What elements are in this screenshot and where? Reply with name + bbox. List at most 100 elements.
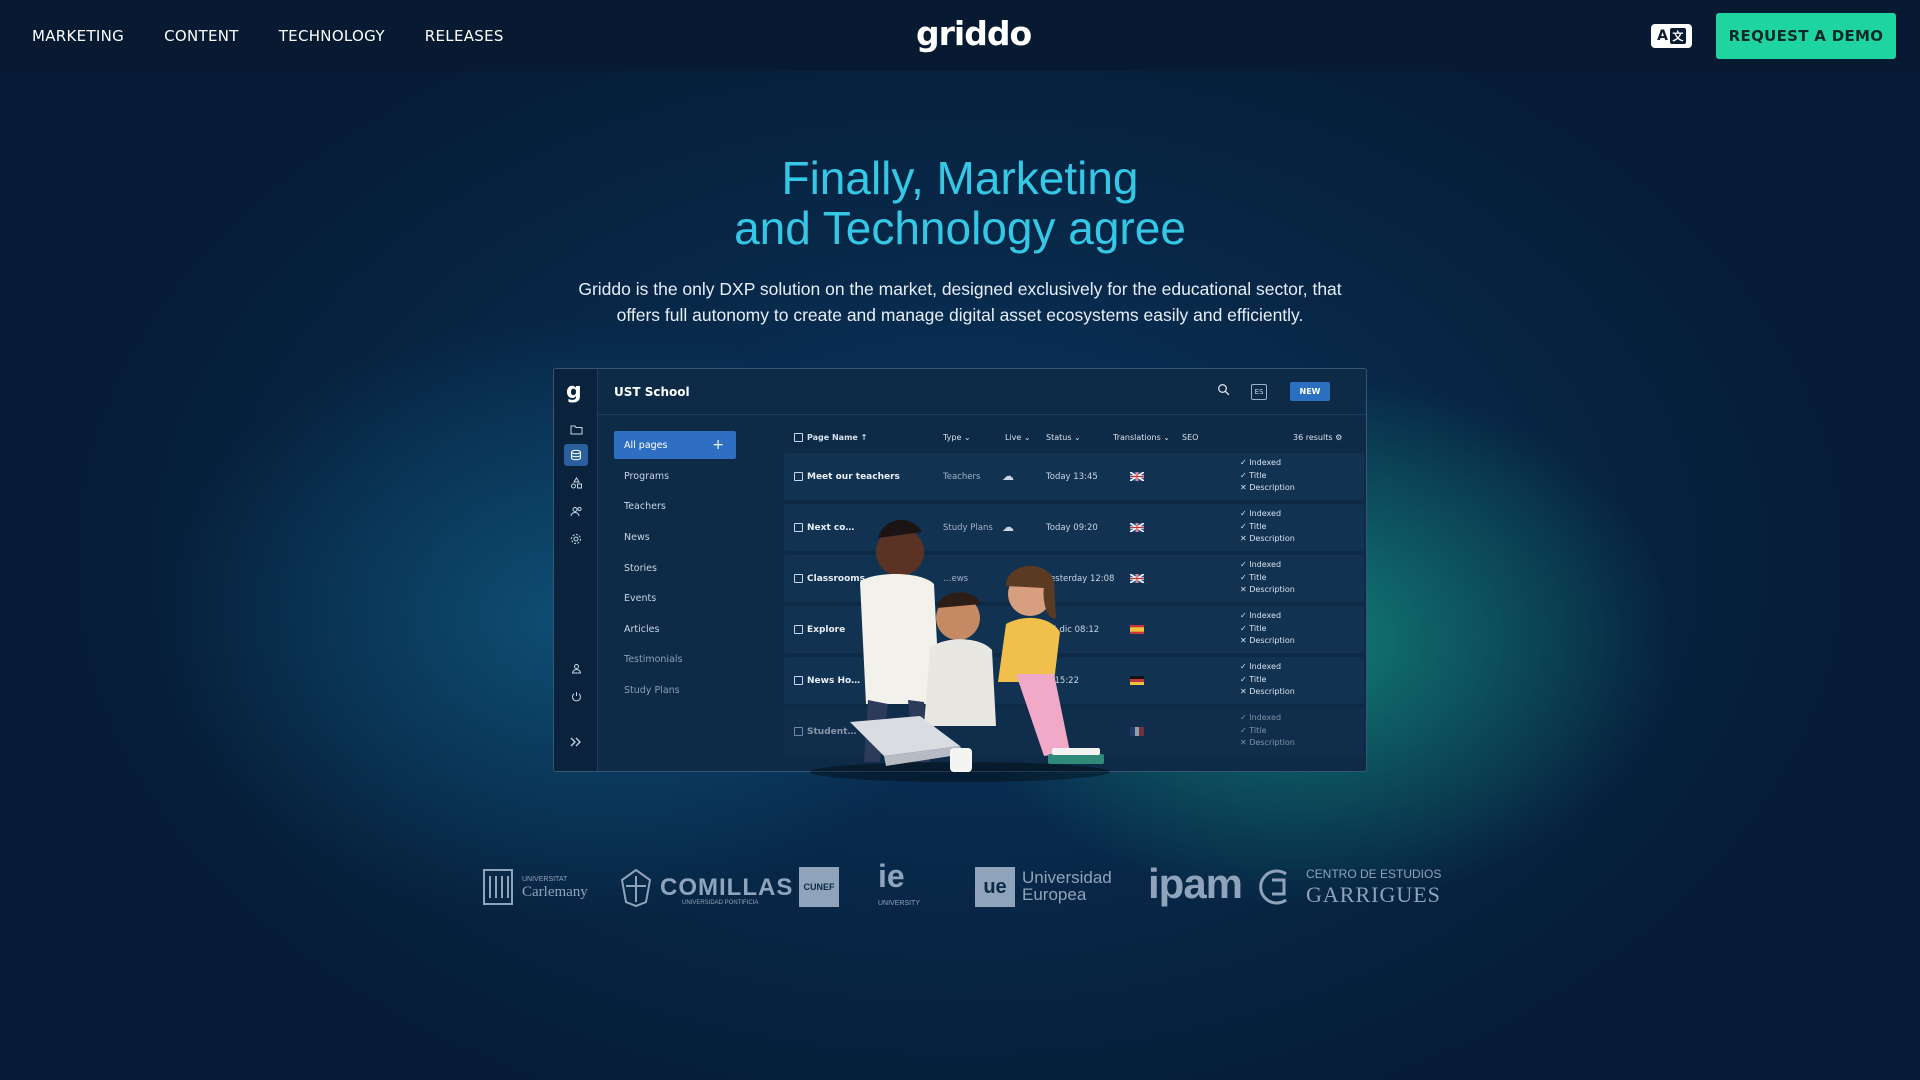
nav-link-marketing[interactable]: MARKETING — [32, 27, 124, 45]
header-page-name[interactable]: Page Name ↑ — [794, 433, 867, 442]
ipam-logo: ipam — [1148, 860, 1243, 907]
de-flag-icon — [1130, 676, 1144, 685]
seo-check-item: ✓ Title — [1240, 725, 1267, 735]
sidebar-item-news[interactable]: News — [614, 522, 736, 553]
row-checkbox[interactable] — [794, 472, 803, 481]
seo-cell: ✓ Indexed ✓ Title ✕ Description — [1240, 457, 1295, 495]
seo-cell: ✓ Indexed ✓ Title ✕ Description — [1240, 610, 1295, 648]
select-all-checkbox[interactable] — [794, 433, 803, 442]
nav-link-technology[interactable]: TECHNOLOGY — [279, 27, 385, 45]
hero-title: Finally, Marketing and Technology agree — [560, 153, 1360, 253]
site-title: UST School — [614, 385, 690, 399]
uk-flag-icon — [1129, 471, 1145, 482]
seo-check-item: ✕ Description — [1240, 687, 1295, 696]
nav-link-releases[interactable]: RELEASES — [425, 27, 504, 45]
status-cell: Today 13:45 — [1046, 472, 1098, 482]
seo-check-item: ✕ Description — [1240, 585, 1295, 594]
sidebar-item-all-pages[interactable]: All pages + — [614, 431, 736, 459]
header-translations[interactable]: Translations ⌄ — [1113, 433, 1170, 442]
type-cell: Teachers — [943, 472, 981, 482]
page-name-cell[interactable]: Meet our teachers — [794, 472, 900, 482]
carlemany-text: Carlemany — [522, 884, 588, 900]
sidebar-item-study-plans[interactable]: Study Plans — [614, 675, 736, 706]
carlemany-logo — [482, 866, 514, 911]
seo-check-item: ✕ Description — [1240, 636, 1295, 645]
seo-check-item: ✕ Description — [1240, 483, 1295, 492]
seo-check-item: ✕ Description — [1240, 534, 1295, 543]
folder-icon — [564, 418, 588, 440]
users-icon — [564, 500, 588, 522]
ue-text-line-2: Europea — [1022, 885, 1087, 904]
plus-icon[interactable]: + — [712, 437, 724, 453]
ue-text-line-1: Universidad — [1022, 868, 1112, 887]
seo-check-item: ✓ Title — [1240, 623, 1267, 633]
seo-check-item: ✓ Title — [1240, 572, 1267, 582]
table-header: Page Name ↑ Type ⌄ Live ⌄ Status ⌄ Trans… — [784, 431, 1364, 447]
header-seo: SEO — [1182, 433, 1199, 442]
garrigues-text: GARRIGUES — [1306, 882, 1441, 907]
griddo-logo[interactable]: griddo — [916, 14, 1032, 53]
page-name-text: Meet our teachers — [807, 472, 900, 482]
seo-cell: ✓ Indexed ✓ Title ✕ Description — [1240, 559, 1295, 597]
sidebar-item-testimonials[interactable]: Testimonials — [614, 645, 736, 676]
expand-chevrons-icon — [564, 731, 588, 753]
app-header: UST School ES NEW — [598, 369, 1366, 415]
garrigues-icon — [1256, 868, 1290, 911]
fr-flag-icon — [1130, 727, 1144, 736]
seo-cell: ✓ Indexed ✓ Title ✕ Description — [1240, 712, 1295, 750]
ue-text: Universidad Europea — [1022, 869, 1112, 903]
seo-check-item: ✓ Indexed — [1240, 560, 1282, 569]
request-demo-button[interactable]: REQUEST A DEMO — [1716, 13, 1896, 59]
nav-link-content[interactable]: CONTENT — [164, 27, 239, 45]
es-flag-icon — [1130, 625, 1144, 634]
translate-icon: 文 — [1669, 28, 1686, 44]
shapes-icon — [564, 472, 588, 494]
hero-subtitle-line-1: Griddo is the only DXP solution on the m… — [578, 279, 1342, 299]
rail-logo: g — [566, 379, 582, 404]
cunef-logo: CUNEF — [799, 867, 839, 907]
hero-subtitle: Griddo is the only DXP solution on the m… — [540, 276, 1380, 328]
hero-title-line-1: Finally, Marketing — [781, 152, 1139, 204]
sidebar-item-stories[interactable]: Stories — [614, 553, 736, 584]
header-live[interactable]: Live ⌄ — [1005, 433, 1031, 442]
comillas-crest-icon — [618, 868, 654, 913]
new-page-button[interactable]: NEW — [1290, 382, 1330, 401]
seo-check-item: ✕ Description — [1240, 738, 1295, 747]
students-illustration — [810, 519, 1110, 782]
ie-logo: ie — [878, 858, 905, 894]
language-es-button[interactable]: ES — [1251, 384, 1267, 400]
sidebar-item-teachers[interactable]: Teachers — [614, 492, 736, 523]
carlemany-crest-icon — [483, 869, 513, 905]
language-button[interactable]: A 文 — [1651, 24, 1692, 48]
seo-check-item: ✓ Indexed — [1240, 611, 1282, 620]
seo-check-item: ✓ Title — [1240, 470, 1267, 480]
garrigues-small-text: CENTRO DE ESTUDIOS — [1306, 867, 1442, 881]
sidebar-item-programs[interactable]: Programs — [614, 461, 736, 492]
seo-check-item: ✓ Title — [1240, 674, 1267, 684]
hero-title-line-2: and Technology agree — [734, 202, 1186, 254]
seo-check-item: ✓ Indexed — [1240, 458, 1282, 467]
user-icon — [564, 657, 588, 679]
header-type[interactable]: Type ⌄ — [943, 433, 971, 442]
results-count: 36 results ⚙ — [1293, 433, 1343, 442]
seo-check-item: ✓ Title — [1240, 521, 1267, 531]
client-logos: UNIVERSITAT Carlemany COMILLAS UNIVERSID… — [470, 858, 1450, 913]
search-icon[interactable] — [1217, 383, 1230, 400]
language-a-glyph: A — [1657, 28, 1668, 44]
seo-cell: ✓ Indexed ✓ Title ✕ Description — [1240, 661, 1295, 699]
header-status[interactable]: Status ⌄ — [1046, 433, 1081, 442]
seo-check-item: ✓ Indexed — [1240, 509, 1282, 518]
sidebar-item-label: All pages — [624, 439, 668, 451]
sidebar-item-articles[interactable]: Articles — [614, 614, 736, 645]
top-nav: MARKETING CONTENT TECHNOLOGY RELEASES gr… — [0, 0, 1920, 71]
seo-check-item: ✓ Indexed — [1240, 713, 1282, 722]
comillas-text: COMILLAS — [660, 874, 794, 901]
sidebar-item-events[interactable]: Events — [614, 583, 736, 614]
seo-cell: ✓ Indexed ✓ Title ✕ Description — [1240, 508, 1295, 546]
power-icon — [564, 685, 588, 707]
seo-check-item: ✓ Indexed — [1240, 662, 1282, 671]
ue-mark: ue — [975, 867, 1015, 907]
page-type-sidebar: All pages + Programs Teachers News Stori… — [614, 431, 736, 706]
hero-subtitle-line-2: offers full autonomy to create and manag… — [616, 305, 1304, 325]
uk-flag-icon — [1129, 522, 1145, 533]
